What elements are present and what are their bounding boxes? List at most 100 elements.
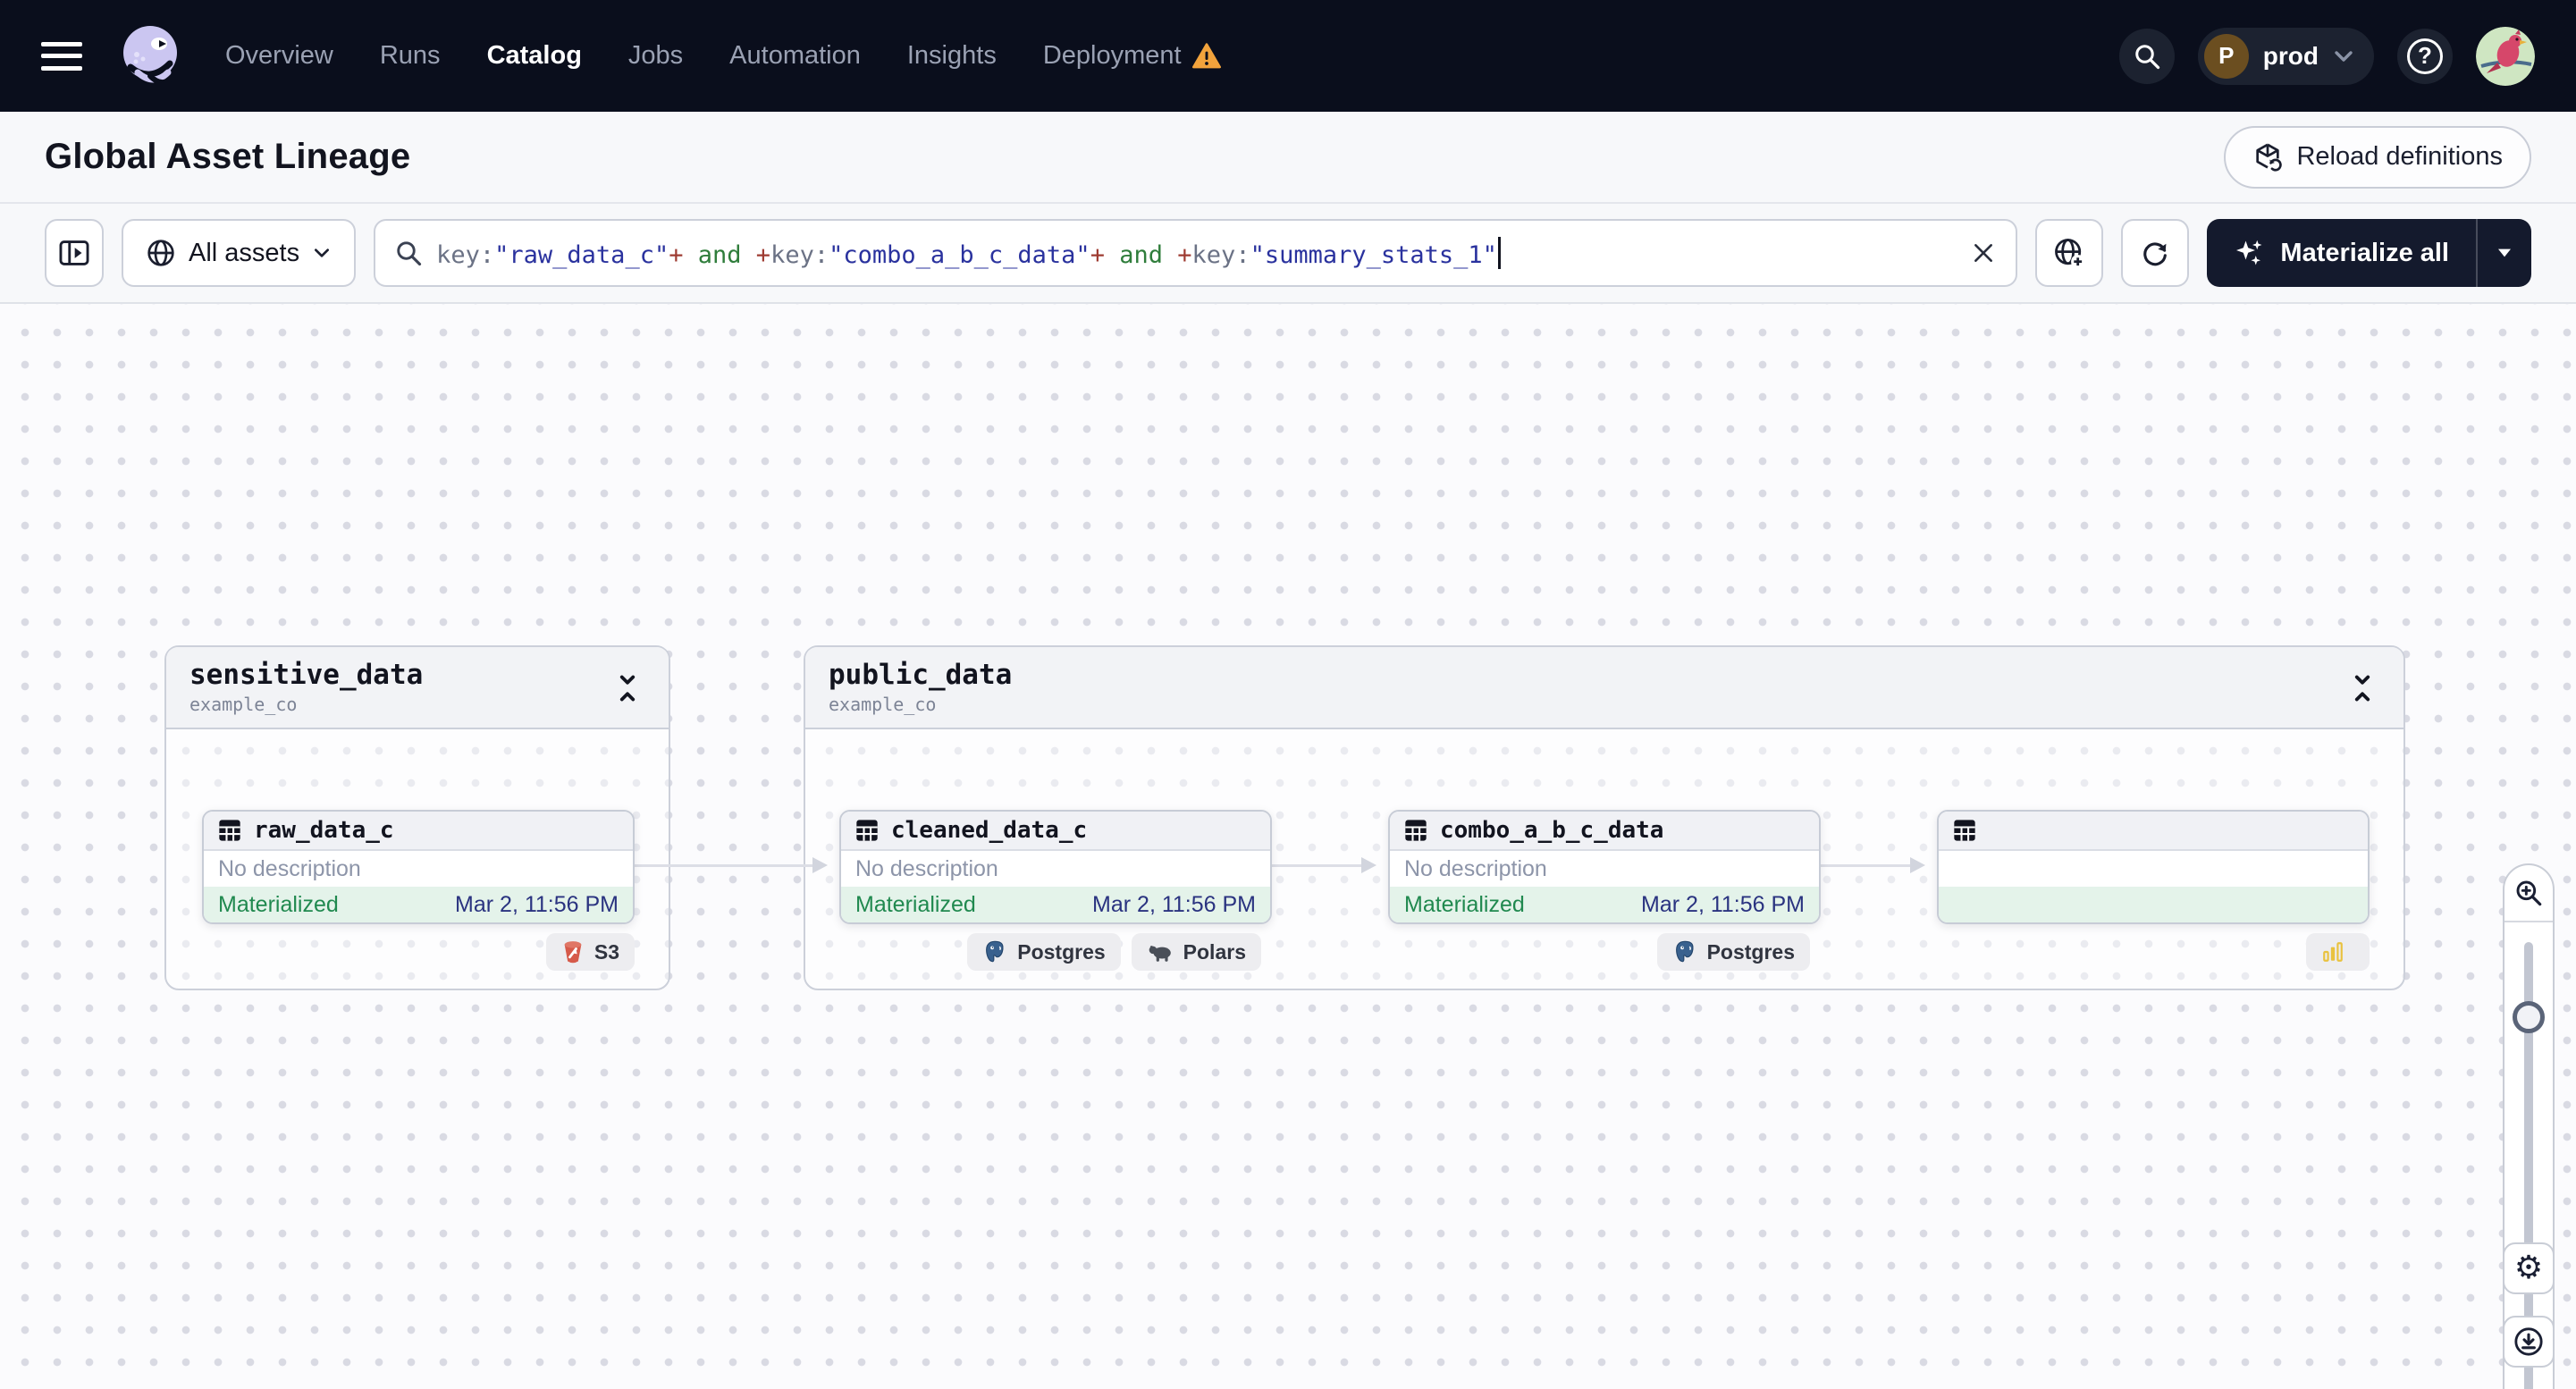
zoom-slider-thumb[interactable] xyxy=(2513,1001,2545,1033)
chevron-down-icon xyxy=(2335,50,2353,62)
asset-search-input[interactable]: key:"raw_data_c"+ and +key:"combo_a_b_c_… xyxy=(374,219,2018,287)
table-icon xyxy=(1405,820,1427,841)
clear-search-button[interactable] xyxy=(1962,232,2005,274)
zoom-in-button[interactable] xyxy=(2504,865,2553,922)
asset-node-cleaned-data-c[interactable]: cleaned_data_c No description Materializ… xyxy=(839,810,1272,924)
status-timestamp[interactable]: Mar 2, 11:56 PM xyxy=(1092,892,1256,918)
download-icon xyxy=(2514,1327,2543,1356)
materialize-all-split-button: Materialize all xyxy=(2207,219,2531,287)
asset-name: cleaned_data_c xyxy=(891,817,1088,844)
tag-label: Postgres xyxy=(1017,939,1106,964)
nav-item-automation[interactable]: Automation xyxy=(729,41,861,71)
user-avatar[interactable] xyxy=(2476,26,2535,86)
status-timestamp[interactable]: Mar 2, 11:56 PM xyxy=(455,892,619,918)
search-button[interactable] xyxy=(2118,28,2175,84)
nav-item-runs[interactable]: Runs xyxy=(380,41,441,71)
lineage-edge xyxy=(635,857,828,873)
zoom-in-icon xyxy=(2516,880,2542,906)
postgres-icon xyxy=(986,940,1004,963)
deployment-name: prod xyxy=(2262,41,2319,70)
nav-item-overview[interactable]: Overview xyxy=(225,41,333,71)
polars-bear-icon xyxy=(1149,946,1171,962)
globe-plus-icon xyxy=(2055,239,2085,269)
materialize-all-label: Materialize all xyxy=(2280,238,2449,267)
panel-expand-icon xyxy=(59,240,89,265)
asset-tags: S3 xyxy=(202,933,635,971)
asset-scope-label: All assets xyxy=(189,238,300,267)
postgres-icon xyxy=(1675,940,1694,963)
group-owner: example_co xyxy=(189,694,298,715)
graph-settings-button[interactable]: ⚙ xyxy=(2503,1242,2555,1294)
lineage-canvas[interactable]: sensitive_data example_co public_data ex… xyxy=(0,304,2576,1389)
help-icon: ? xyxy=(2407,38,2443,74)
tag-label: S3 xyxy=(593,939,619,964)
text-cursor xyxy=(1497,237,1501,269)
asset-selection-query[interactable]: key:"raw_data_c"+ and +key:"combo_a_b_c_… xyxy=(436,237,1948,269)
powerbi-icon xyxy=(2323,942,2343,962)
asset-name: combo_a_b_c_data xyxy=(1440,817,1664,844)
asset-node-combo-a-b-c-data[interactable]: combo_a_b_c_data No description Material… xyxy=(1388,810,1821,924)
collapse-group-button[interactable] xyxy=(610,670,645,706)
status-timestamp[interactable]: Mar 2, 11:56 PM xyxy=(1641,892,1805,918)
bird-avatar-icon xyxy=(2476,26,2535,86)
search-icon xyxy=(397,241,422,266)
search-icon xyxy=(2135,44,2159,69)
nav-right: P prod ? xyxy=(2118,26,2535,86)
view-global-lineage-button[interactable] xyxy=(2035,219,2104,287)
nav-item-jobs[interactable]: Jobs xyxy=(628,41,683,71)
nav-item-insights[interactable]: Insights xyxy=(907,41,997,71)
status-badge: Materialized xyxy=(218,891,339,917)
caret-down-icon xyxy=(2498,248,2511,257)
table-icon xyxy=(856,820,878,841)
table-icon xyxy=(1954,820,1975,841)
kind-tag-powerbi[interactable] xyxy=(2306,933,2370,971)
page-title: Global Asset Lineage xyxy=(45,137,411,176)
group-header[interactable]: sensitive_data example_co xyxy=(166,647,669,729)
asset-tags: Postgres Polars xyxy=(839,933,1261,971)
menu-icon[interactable] xyxy=(41,41,82,71)
asset-tags xyxy=(1937,933,2370,971)
asset-description: No description xyxy=(204,851,633,887)
dagster-logo-icon[interactable] xyxy=(114,21,186,92)
globe-icon xyxy=(147,240,174,266)
kind-tag-s3[interactable]: S3 xyxy=(545,933,635,971)
warning-icon xyxy=(1191,42,1221,68)
refresh-button[interactable] xyxy=(2121,219,2190,287)
tag-label: Polars xyxy=(1183,939,1246,964)
status-badge: Materialized xyxy=(855,891,976,917)
kind-tag-postgres[interactable]: Postgres xyxy=(967,933,1121,971)
kind-tag-polars[interactable]: Polars xyxy=(1131,933,1261,971)
group-header[interactable]: public_data example_co xyxy=(805,647,2403,729)
asset-node-raw-data-c[interactable]: raw_data_c No description Materialized M… xyxy=(202,810,635,924)
lineage-edge xyxy=(1272,857,1376,873)
asset-description xyxy=(1939,851,2368,887)
reload-definitions-button[interactable]: Reload definitions xyxy=(2224,125,2531,189)
group-name: sensitive_data xyxy=(189,659,424,691)
sparkles-icon xyxy=(2236,240,2262,265)
close-icon xyxy=(1974,244,1993,262)
page-header: Global Asset Lineage Reload definitions xyxy=(0,112,2576,204)
nav-item-deployment[interactable]: Deployment xyxy=(1043,41,1221,71)
s3-bucket-icon xyxy=(564,941,582,964)
collapse-icon xyxy=(2354,675,2370,702)
help-button[interactable]: ? xyxy=(2397,28,2453,84)
tag-label: Postgres xyxy=(1706,939,1795,964)
asset-scope-dropdown[interactable]: All assets xyxy=(122,219,357,287)
download-graph-button[interactable] xyxy=(2503,1316,2555,1368)
nav-items: Overview Runs Catalog Jobs Automation In… xyxy=(225,41,1221,71)
asset-description: No description xyxy=(841,851,1270,887)
refresh-icon xyxy=(2143,242,2168,266)
deployment-avatar: P xyxy=(2203,33,2249,79)
table-icon xyxy=(219,820,240,841)
kind-tag-postgres[interactable]: Postgres xyxy=(1656,933,1810,971)
asset-tags: Postgres xyxy=(1388,933,1810,971)
nav-item-catalog[interactable]: Catalog xyxy=(487,41,582,71)
collapse-group-button[interactable] xyxy=(2344,670,2380,706)
materialize-options-button[interactable] xyxy=(2476,219,2531,287)
group-owner: example_co xyxy=(829,694,937,715)
deployment-switcher[interactable]: P prod xyxy=(2197,27,2374,85)
asset-node-summary-stats-1[interactable] xyxy=(1937,810,2370,924)
open-sidebar-button[interactable] xyxy=(45,219,104,287)
materialize-all-button[interactable]: Materialize all xyxy=(2207,219,2476,287)
group-name: public_data xyxy=(829,659,1013,691)
